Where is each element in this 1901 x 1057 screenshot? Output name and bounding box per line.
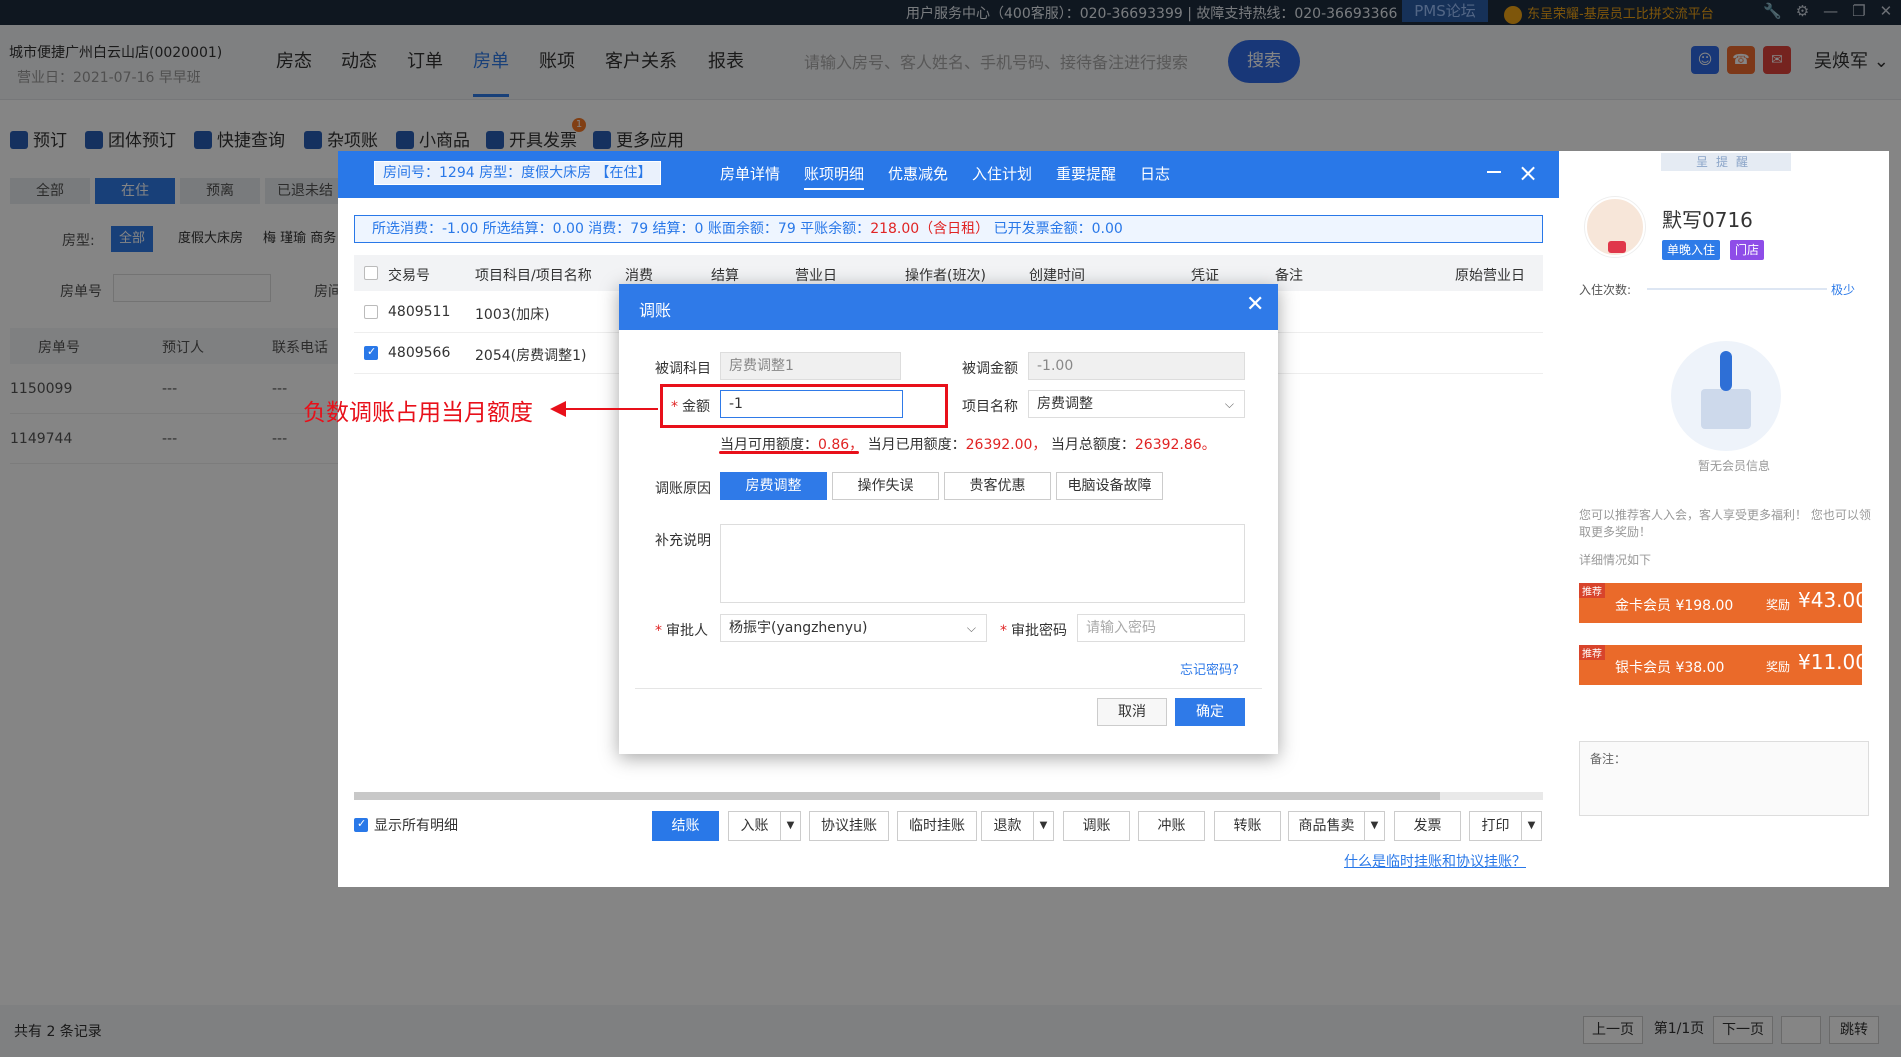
item-name-label: 项目名称 xyxy=(962,399,1018,415)
chevron-down-icon: ▼ xyxy=(780,812,800,840)
detail-text: 详细情况如下 xyxy=(1579,553,1652,567)
row-checkbox[interactable] xyxy=(364,305,378,319)
transfer-button[interactable]: 转账 xyxy=(1214,811,1281,841)
reward-amount: ¥43.00 xyxy=(1798,588,1868,612)
tab-discount[interactable]: 优惠减免 xyxy=(888,163,948,184)
col-consume: 消费 xyxy=(625,268,653,284)
stay-level: 极少 xyxy=(1831,283,1856,297)
order-dialog-header: 房间号：1294 房型：度假大床房 【在住】 房单详情 账项明细 优惠减免 入住… xyxy=(338,151,1559,198)
member-panel: 呈提醒 默写0716 单晚入住 门店 入住次数: 极少 暂无会员信息 您可以推荐… xyxy=(1559,151,1889,887)
row-checkbox[interactable] xyxy=(364,345,378,360)
approver-label: * 审批人 xyxy=(655,623,708,639)
room-info: 房间号：1294 房型：度假大床房 【在住】 xyxy=(374,161,661,185)
cancel-button[interactable]: 取消 xyxy=(1097,698,1167,726)
col-voucher: 凭证 xyxy=(1191,268,1219,284)
invite-text: 您可以推荐客人入会，客人享受更多福利！ 您也可以领取更多奖励！ xyxy=(1579,508,1871,539)
col-biz-date: 营业日 xyxy=(795,268,837,284)
horizontal-scrollbar[interactable] xyxy=(354,792,1543,800)
col-settle: 结算 xyxy=(711,268,739,284)
close-icon[interactable]: ✕ xyxy=(1246,292,1264,317)
reason-vip-discount[interactable]: 贵客优惠 xyxy=(944,472,1051,500)
note-label: 补充说明 xyxy=(655,533,711,549)
help-link[interactable]: 什么是临时挂账和协议挂账？ xyxy=(1344,851,1526,871)
chevron-down-icon: ⌵ xyxy=(966,621,976,635)
chevron-down-icon: ⌵ xyxy=(1224,397,1234,411)
tag-store: 门店 xyxy=(1730,240,1765,260)
recommend-badge: 推荐 xyxy=(1579,645,1605,660)
chevron-down-icon: ▼ xyxy=(1033,812,1053,840)
temp-charge-button[interactable]: 临时挂账 xyxy=(897,811,977,841)
post-charge-button[interactable]: 入账 ▼ xyxy=(728,811,801,841)
annotation-text: 负数调账占用当月额度 xyxy=(303,400,533,426)
modal-divider xyxy=(635,688,1262,689)
item-name-select[interactable]: 房费调整 ⌵ xyxy=(1028,390,1245,418)
forgot-password-link[interactable]: 忘记密码? xyxy=(1180,659,1239,678)
adjusted-item-field: 房费调整1 xyxy=(720,352,901,380)
tag-single-night: 单晚入住 xyxy=(1662,240,1721,260)
checkout-button[interactable]: 结账 xyxy=(652,811,719,841)
highlight-box xyxy=(660,384,948,428)
no-member-text: 暂无会员信息 xyxy=(1698,459,1771,473)
highlight-underline xyxy=(719,451,859,454)
recommend-badge: 推荐 xyxy=(1579,583,1605,598)
invoice-button[interactable]: 发票 xyxy=(1394,811,1461,841)
guest-name: 默写0716 xyxy=(1662,208,1753,232)
empty-member-illustration xyxy=(1671,341,1781,451)
col-created: 创建时间 xyxy=(1029,268,1085,284)
tab-reminders[interactable]: 重要提醒 xyxy=(1056,163,1116,184)
adjusted-amount-field: -1.00 xyxy=(1028,352,1245,380)
tab-stay-plan[interactable]: 入住计划 xyxy=(972,163,1032,184)
annotation-arrow-icon xyxy=(550,401,658,417)
account-summary: 所选消费：-1.00 所选结算：0.00 消费：79 结算：0 账面余额：79 … xyxy=(354,215,1543,243)
card-name: 金卡会员 ¥198.00 xyxy=(1615,598,1734,614)
reason-label: 调账原因 xyxy=(655,481,711,497)
avatar xyxy=(1585,197,1645,257)
reward-amount: ¥11.00 xyxy=(1798,650,1868,674)
note-textarea[interactable] xyxy=(720,524,1245,603)
gold-card-offer[interactable]: 推荐 金卡会员 ¥198.00 奖励 ¥43.00 xyxy=(1579,583,1868,623)
reason-device-failure[interactable]: 电脑设备故障 xyxy=(1056,472,1163,500)
minimize-icon[interactable] xyxy=(1487,171,1501,173)
goods-sale-button[interactable]: 商品售卖 ▼ xyxy=(1288,811,1385,841)
show-all-checkbox[interactable] xyxy=(354,817,368,832)
password-input[interactable]: 请输入密码 xyxy=(1077,614,1245,642)
member-note[interactable]: 备注： xyxy=(1579,741,1869,816)
approver-select[interactable]: 杨振宇(yangzhenyu) ⌵ xyxy=(720,614,987,642)
stay-count-label: 入住次数: xyxy=(1579,283,1632,297)
modal-title: 调账 xyxy=(639,301,672,320)
select-all-checkbox[interactable] xyxy=(364,266,378,280)
col-trans-id: 交易号 xyxy=(388,268,430,284)
reverse-button[interactable]: 冲账 xyxy=(1138,811,1205,841)
stay-progress-bar xyxy=(1647,288,1827,290)
tab-account-detail[interactable]: 账项明细 xyxy=(804,163,865,190)
confirm-button[interactable]: 确定 xyxy=(1175,698,1245,726)
show-all-details[interactable]: 显示所有明细 xyxy=(354,815,458,835)
tab-order-detail[interactable]: 房单详情 xyxy=(720,163,780,184)
reason-room-adjust[interactable]: 房费调整 xyxy=(720,472,827,500)
adjust-modal: 调账 ✕ 被调科目 房费调整1 被调金额 -1.00 * 金额 -1 项目名称 房… xyxy=(619,284,1278,754)
adjust-button[interactable]: 调账 xyxy=(1063,811,1130,841)
chevron-down-icon: ▼ xyxy=(1364,812,1384,840)
close-icon[interactable]: × xyxy=(1518,159,1538,187)
reason-operation-error[interactable]: 操作失误 xyxy=(832,472,939,500)
col-item: 项目科目/项目名称 xyxy=(475,268,592,284)
tab-log[interactable]: 日志 xyxy=(1140,163,1170,184)
adjust-modal-header: 调账 ✕ xyxy=(619,284,1278,330)
adjusted-amount-label: 被调金额 xyxy=(962,361,1018,377)
agreement-charge-button[interactable]: 协议挂账 xyxy=(809,811,889,841)
col-note: 备注 xyxy=(1275,268,1303,284)
print-button[interactable]: 打印 ▼ xyxy=(1469,811,1542,841)
card-name: 银卡会员 ¥38.00 xyxy=(1615,660,1725,676)
adjusted-item-label: 被调科目 xyxy=(655,361,711,377)
password-label: * 审批密码 xyxy=(1000,623,1067,639)
col-orig-biz-date: 原始营业日 xyxy=(1455,268,1525,284)
chevron-down-icon: ▼ xyxy=(1521,812,1541,840)
member-panel-tab[interactable]: 呈提醒 xyxy=(1661,153,1791,171)
refund-button[interactable]: 退款 ▼ xyxy=(981,811,1054,841)
col-operator: 操作者(班次) xyxy=(905,268,986,284)
reward-label: 奖励 xyxy=(1766,660,1791,674)
reward-label: 奖励 xyxy=(1766,598,1791,612)
silver-card-offer[interactable]: 推荐 银卡会员 ¥38.00 奖励 ¥11.00 xyxy=(1579,645,1868,685)
